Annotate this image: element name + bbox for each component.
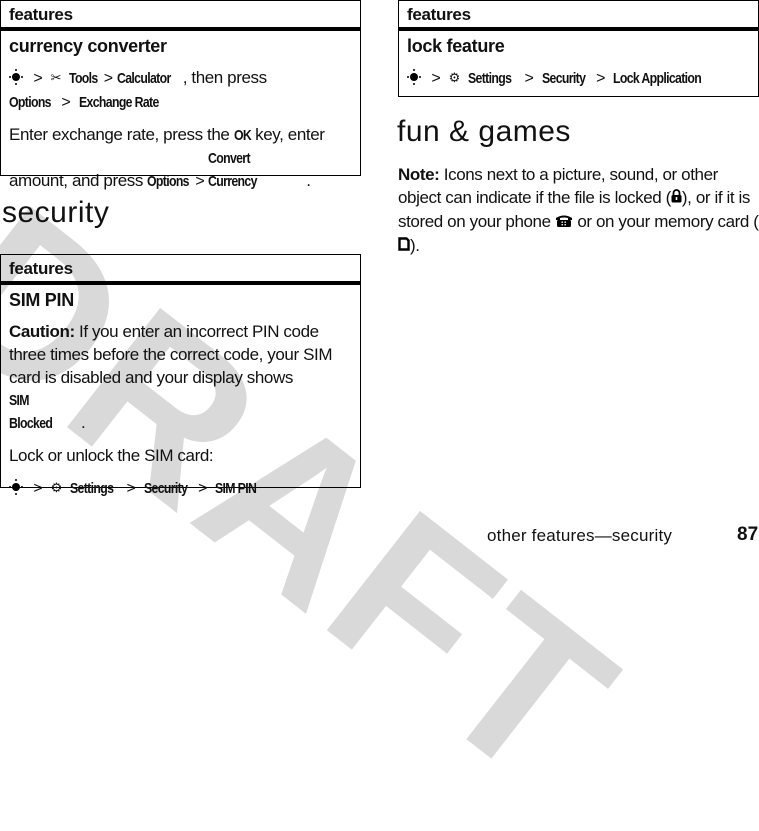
menu-item-tools: Tools bbox=[69, 70, 99, 87]
footer-section-title: other features—security bbox=[487, 526, 673, 545]
separator: > bbox=[103, 70, 113, 87]
menu-item-settings: Settings bbox=[468, 70, 512, 87]
feature-title: SIM PIN bbox=[9, 290, 74, 310]
phone-icon bbox=[555, 211, 573, 234]
section-heading-fun-games: fun & games bbox=[397, 115, 571, 148]
menu-item-security: Security bbox=[541, 70, 586, 87]
note-paragraph: Note: Icons next to a picture, sound, or… bbox=[398, 163, 759, 258]
memory-card-icon bbox=[398, 235, 410, 258]
ok-key-label: OK bbox=[233, 127, 252, 144]
menu-path: > ⚙ Settings > Security > SIM PIN bbox=[9, 476, 352, 500]
text: . bbox=[81, 413, 86, 432]
table-header: features bbox=[1, 255, 360, 285]
separator: > bbox=[596, 70, 606, 87]
menu-item-security: Security bbox=[143, 480, 188, 497]
nav-key-icon bbox=[9, 69, 23, 85]
menu-item-settings: Settings bbox=[70, 480, 114, 497]
separator: > bbox=[198, 480, 208, 497]
feature-title: currency converter bbox=[9, 36, 167, 56]
separator: > bbox=[33, 480, 43, 497]
features-table-lock-feature: features lock feature > ⚙ Settings > Sec… bbox=[398, 0, 759, 97]
caution-label: Caution: bbox=[9, 322, 75, 341]
text: . bbox=[306, 171, 311, 190]
path-suffix: , then press bbox=[182, 68, 267, 87]
lock-instruction: Lock or unlock the SIM card: bbox=[9, 446, 214, 465]
menu-item-convert-currency: Convert Currency bbox=[208, 150, 258, 190]
menu-item-exchange-rate: Exchange Rate bbox=[78, 94, 159, 111]
table-header: features bbox=[1, 1, 360, 31]
nav-key-icon bbox=[9, 479, 23, 495]
settings-icon: ⚙ bbox=[50, 480, 63, 495]
menu-item-options: Options bbox=[147, 173, 190, 190]
features-table-currency-converter: features currency converter > ✂ Tools > C… bbox=[0, 0, 361, 190]
separator: > bbox=[126, 480, 136, 497]
separator: > bbox=[195, 173, 205, 190]
settings-icon: ⚙ bbox=[448, 70, 461, 85]
lock-icon bbox=[671, 187, 682, 210]
table-header: features bbox=[399, 1, 758, 31]
manual-page: features currency converter > ✂ Tools > C… bbox=[0, 0, 759, 547]
nav-key-icon bbox=[407, 69, 421, 85]
separator: > bbox=[431, 70, 441, 87]
text: or on your memory card ( bbox=[573, 212, 759, 231]
caution-text: Caution: If you enter an incorrect PIN c… bbox=[9, 320, 352, 435]
features-table-sim-pin: features SIM PIN Caution: If you enter a… bbox=[0, 254, 361, 497]
menu-item-options: Options bbox=[9, 94, 52, 111]
section-heading-security: security bbox=[2, 196, 110, 229]
menu-item-calculator: Calculator bbox=[116, 70, 171, 87]
separator: > bbox=[524, 70, 534, 87]
tools-icon: ✂ bbox=[50, 70, 62, 85]
text: ). bbox=[410, 236, 420, 255]
menu-item-sim-pin: SIM PIN bbox=[215, 480, 257, 497]
text: Icons next to a picture, sound, or other… bbox=[398, 165, 718, 207]
menu-path: > ✂ Tools > Calculator, then press Option… bbox=[9, 66, 352, 114]
menu-item-lock-application: Lock Application bbox=[613, 70, 702, 87]
separator: > bbox=[61, 94, 71, 111]
feature-title: lock feature bbox=[407, 36, 505, 56]
page-number: 87 bbox=[737, 524, 759, 545]
separator: > bbox=[33, 70, 43, 87]
menu-path: > ⚙ Settings > Security > Lock Applicati… bbox=[407, 66, 750, 90]
text: Enter exchange rate, press the bbox=[9, 125, 234, 144]
note-label: Note: bbox=[398, 165, 440, 184]
sim-blocked-label: SIM Blocked bbox=[9, 392, 53, 432]
instruction-text: Enter exchange rate, press the OK key, e… bbox=[9, 123, 352, 193]
